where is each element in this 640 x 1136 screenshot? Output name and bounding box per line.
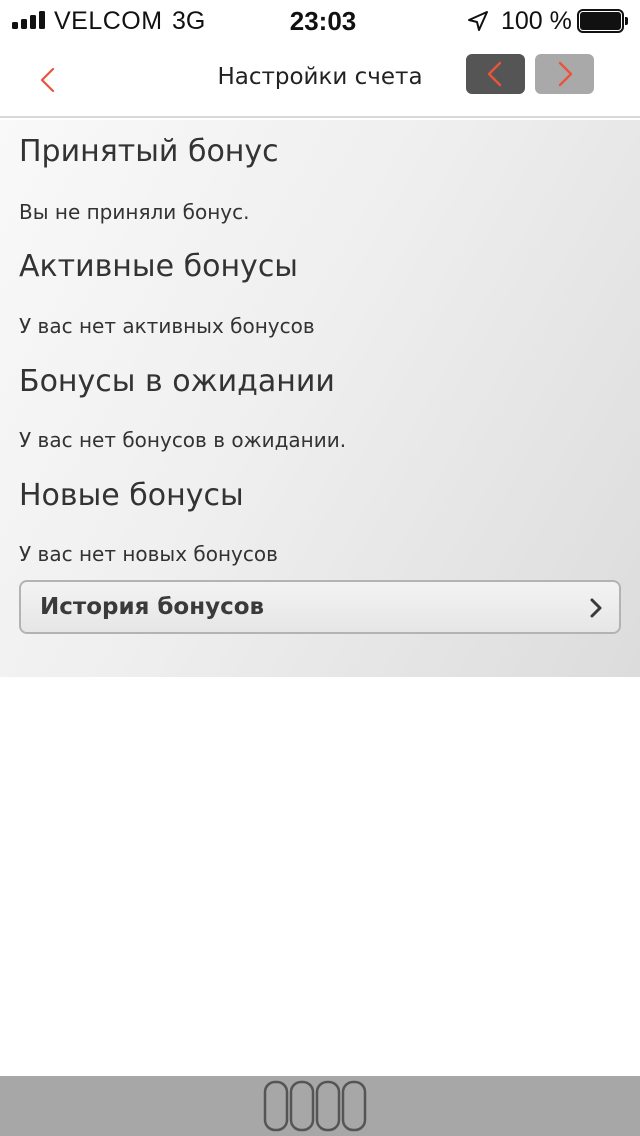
chevron-left-icon xyxy=(40,67,55,93)
pending-bonuses-text: У вас нет бонусов в ожидании. xyxy=(19,428,347,452)
battery-icon xyxy=(577,9,629,33)
previous-button[interactable] xyxy=(466,54,525,94)
tabs-icon[interactable] xyxy=(262,1079,368,1133)
chevron-right-icon xyxy=(590,598,602,618)
new-bonuses-text: У вас нет новых бонусов xyxy=(19,542,278,566)
battery-percentage: 100 % xyxy=(501,7,572,35)
pending-bonuses-heading: Бонусы в ожидании xyxy=(19,364,335,399)
active-bonuses-text: У вас нет активных бонусов xyxy=(19,314,315,338)
page-title: Настройки счета xyxy=(217,64,423,90)
new-bonuses-heading: Новые бонусы xyxy=(19,478,244,513)
accepted-bonus-heading: Принятый бонус xyxy=(19,134,279,169)
back-button[interactable] xyxy=(26,54,74,106)
location-icon xyxy=(468,11,488,31)
active-bonuses-heading: Активные бонусы xyxy=(19,249,298,284)
chevron-left-icon xyxy=(487,61,502,87)
accepted-bonus-text: Вы не приняли бонус. xyxy=(19,200,250,224)
bonus-panel: Принятый бонус Вы не приняли бонус. Акти… xyxy=(0,120,640,677)
bonus-history-label: История бонусов xyxy=(40,594,265,620)
status-bar: VELCOM 3G 23:03 100 % xyxy=(0,0,640,42)
chevron-right-icon xyxy=(558,61,573,87)
bonus-history-button[interactable]: История бонусов xyxy=(19,580,621,634)
navigation-bar: Настройки счета xyxy=(0,42,640,118)
next-button[interactable] xyxy=(535,54,594,94)
bottom-toolbar xyxy=(0,1076,640,1136)
